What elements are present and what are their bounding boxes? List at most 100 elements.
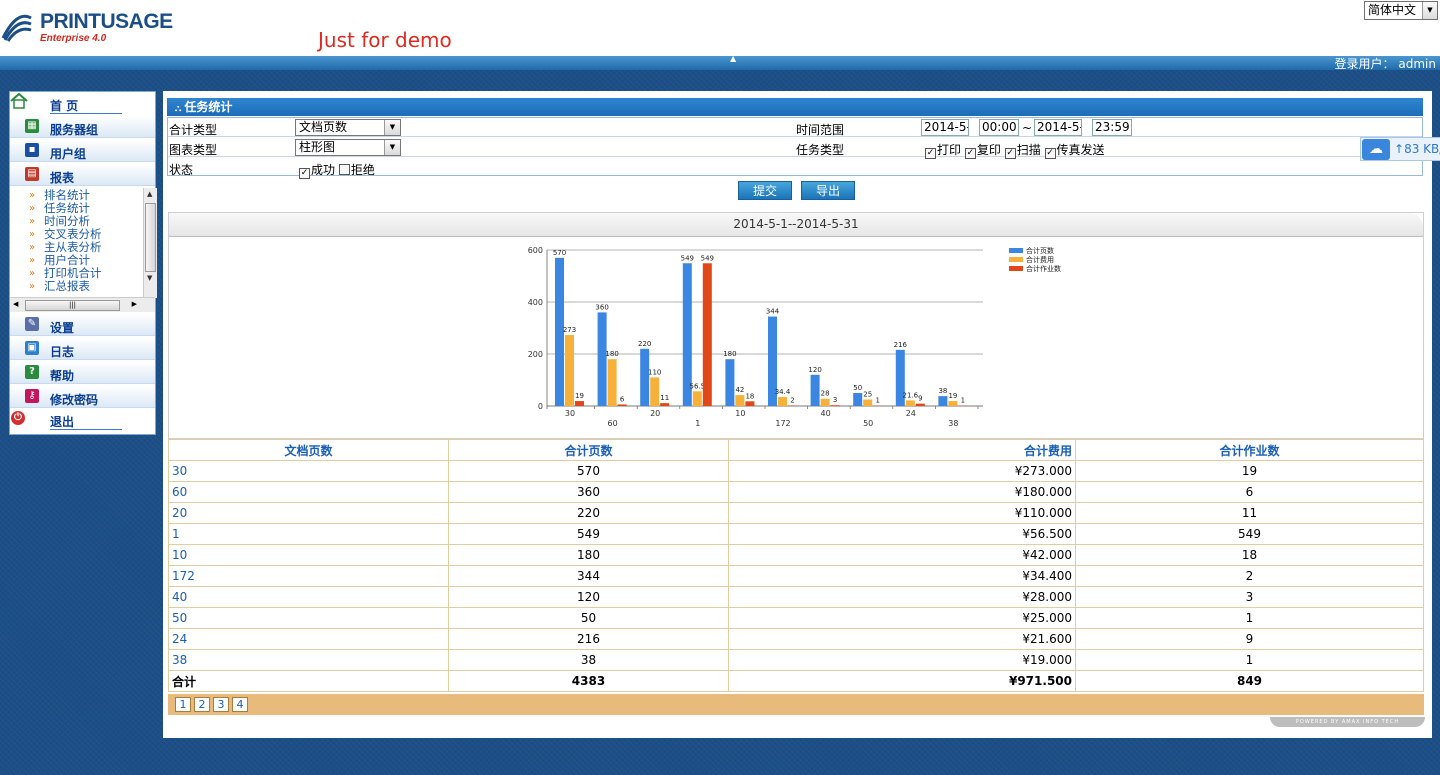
sidebar-item-settings[interactable]: ✎ 设置	[10, 314, 155, 336]
scroll-down-icon[interactable]: ▼	[147, 274, 152, 282]
scroll-up-icon[interactable]: ▲	[147, 190, 152, 198]
doc-pages-cell[interactable]: 10	[168, 544, 449, 566]
page-link-2[interactable]: 2	[194, 697, 210, 712]
legend-label: 合计作业数	[1026, 264, 1061, 273]
submenu-horizontal-scrollbar[interactable]: ◀ ||| ▶	[10, 297, 155, 312]
bar	[597, 312, 607, 406]
sidebar-item-label: 服务器组	[50, 123, 99, 137]
doc-pages-cell[interactable]: 38	[168, 649, 449, 671]
total-pages-cell: 360	[448, 481, 729, 503]
doc-pages-cell[interactable]: 40	[168, 586, 449, 608]
time-from-input[interactable]: 00:00:	[979, 119, 1019, 136]
submit-button[interactable]: 提交	[738, 181, 792, 200]
task-type-label: 任务类型	[796, 143, 845, 157]
doc-pages-cell[interactable]: 172	[168, 565, 449, 587]
sidebar-item-home[interactable]: 首 页	[10, 92, 155, 114]
col-header-total-pages[interactable]: 合计页数	[448, 439, 729, 461]
page-link-4[interactable]: 4	[232, 697, 248, 712]
scroll-right-icon[interactable]: ▶	[132, 300, 137, 308]
sidebar-item-logout[interactable]: ⏻ 退出	[10, 408, 155, 430]
upload-speed: ↑83 KB/	[1394, 142, 1440, 156]
bar	[853, 393, 863, 406]
sum-type-select[interactable]: 文档页数 ▼	[295, 119, 401, 136]
sidebar-item-log[interactable]: ▣ 日志	[10, 338, 155, 360]
report-submenu: 排名统计 任务统计 时间分析 交叉表分析 主从表分析 用户合计 打印机合计 汇总…	[10, 188, 155, 294]
y-tick-label: 600	[528, 246, 543, 255]
data-label: 42	[735, 386, 744, 394]
user-group-icon: ▪	[25, 143, 39, 157]
bar	[607, 359, 617, 406]
data-label: 56.5	[690, 382, 706, 390]
settings-icon: ✎	[25, 317, 39, 331]
total-jobs-cell: 1	[1075, 607, 1424, 629]
total-jobs-cell: 18	[1075, 544, 1424, 566]
total-pages-cell: 570	[448, 460, 729, 482]
scroll-thumb[interactable]	[145, 203, 156, 272]
reject-checkbox[interactable]	[338, 164, 350, 175]
data-label: 25	[863, 391, 872, 399]
sidebar-item-user-group[interactable]: ▪ 用户组	[10, 140, 155, 162]
page-link-1[interactable]: 1	[175, 697, 191, 712]
scroll-thumb[interactable]: |||	[25, 300, 120, 311]
table-row: 10 180 ¥42.000 18	[168, 544, 1424, 566]
demo-notice: Just for demo	[318, 28, 452, 52]
submenu-item-label: 排名统计	[44, 188, 90, 202]
x-tick-label: 172	[775, 419, 790, 428]
time-to-input[interactable]: 23:59:	[1092, 119, 1132, 136]
total-pages-cell: 549	[448, 523, 729, 545]
reject-label: 拒绝	[350, 163, 375, 177]
network-speed-widget[interactable]: ☁ ↑83 KB/	[1360, 137, 1440, 161]
doc-pages-cell[interactable]: 30	[168, 460, 449, 482]
chart-type-select[interactable]: 柱形图 ▼	[295, 139, 401, 156]
task-type-options: ✓ 打印 ✓ 复印 ✓ 扫描 ✓ 传真发送	[925, 141, 1105, 159]
export-button[interactable]: 导出	[801, 181, 855, 200]
doc-pages-cell[interactable]: 60	[168, 481, 449, 503]
data-label: 6	[620, 395, 625, 403]
data-label: 273	[563, 326, 576, 334]
collapse-toggle-icon[interactable]: ▲	[730, 54, 736, 63]
total-jobs-cell: 11	[1075, 502, 1424, 524]
col-header-total-cost[interactable]: 合计费用	[728, 439, 1076, 461]
main-panel: ⛬ 任务统计 合计类型 文档页数 ▼ 时间范围 2014-5- 00:00: ~ …	[163, 91, 1432, 738]
date-from-input[interactable]: 2014-5-	[921, 119, 969, 136]
submenu-vertical-scrollbar[interactable]: ▲ ▼	[143, 188, 157, 298]
total-jobs-cell: 6	[1075, 481, 1424, 503]
sidebar: 首 页 ▦ 服务器组 ▪ 用户组 ▤ 报表 排名统计 任务统计 时间分析 交叉表…	[9, 91, 157, 435]
doc-pages-cell[interactable]: 50	[168, 607, 449, 629]
sidebar-item-label: 用户组	[50, 147, 87, 161]
data-label: 19	[575, 392, 584, 400]
scroll-left-icon[interactable]: ◀	[13, 300, 18, 308]
language-select[interactable]: 简体中文 ▼	[1364, 1, 1438, 20]
total-cost-cell: ¥110.000	[728, 502, 1076, 524]
sidebar-item-change-password[interactable]: ⚷ 修改密码	[10, 386, 155, 408]
page-link-3[interactable]: 3	[213, 697, 229, 712]
x-tick-label: 30	[565, 409, 575, 418]
col-header-total-jobs[interactable]: 合计作业数	[1075, 439, 1424, 461]
sidebar-item-server-group[interactable]: ▦ 服务器组	[10, 116, 155, 138]
sidebar-item-help[interactable]: ? 帮助	[10, 362, 155, 384]
data-label: 344	[766, 308, 780, 316]
bar	[692, 391, 702, 406]
sidebar-item-report[interactable]: ▤ 报表	[10, 164, 155, 186]
doc-pages-cell[interactable]: 24	[168, 628, 449, 650]
total-pages-cell: 220	[448, 502, 729, 524]
data-label: 1	[961, 397, 965, 405]
chart-type-value: 柱形图	[299, 140, 336, 154]
top-bar: ▲	[0, 54, 1440, 70]
submenu-item-summary[interactable]: 汇总报表	[29, 279, 90, 294]
time-range-label: 时间范围	[796, 123, 845, 137]
total-cost-cell: ¥25.000	[728, 607, 1076, 629]
bar	[905, 400, 915, 406]
total-pages-cell: 50	[448, 607, 729, 629]
doc-pages-cell[interactable]: 20	[168, 502, 449, 524]
doc-pages-cell[interactable]: 1	[168, 523, 449, 545]
bar	[640, 348, 650, 406]
legend-swatch	[1009, 248, 1023, 253]
col-header-doc-pages[interactable]: 文档页数	[168, 439, 449, 461]
table-row: 1 549 ¥56.500 549	[168, 523, 1424, 545]
submenu-item-label: 汇总报表	[44, 279, 90, 293]
power-icon: ⏻	[11, 411, 25, 425]
bar	[810, 374, 820, 406]
date-to-input[interactable]: 2014-5-	[1034, 119, 1082, 136]
success-checkbox[interactable]: ✓	[299, 168, 310, 179]
